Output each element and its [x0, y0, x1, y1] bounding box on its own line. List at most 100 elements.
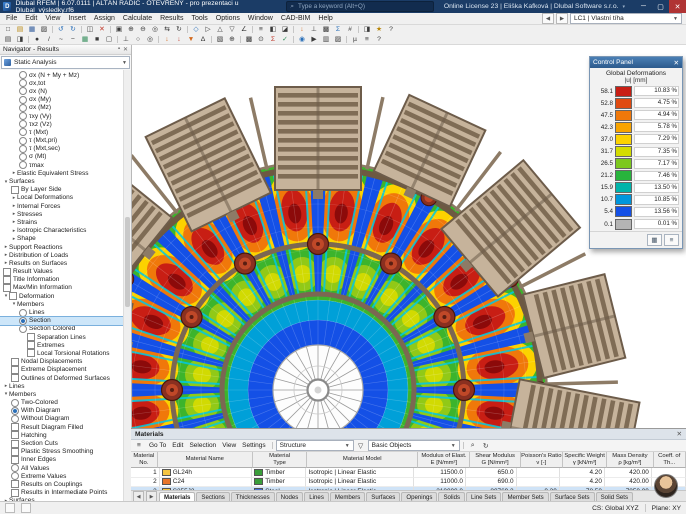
- next-load-case-button[interactable]: ▶: [556, 13, 568, 24]
- nav-item--xy-vy-[interactable]: τxy (Vy): [0, 112, 131, 120]
- color-scale-tab-icon[interactable]: ▦: [647, 234, 662, 246]
- table-row[interactable]: 1GL24hTimberIsotropic | Linear Elastic11…: [131, 468, 686, 478]
- checkbox-icon[interactable]: [27, 333, 35, 341]
- column-header[interactable]: MaterialNo.: [131, 452, 158, 468]
- table-row[interactable]: 2C24TimberIsotropic | Linear Elastic1100…: [131, 478, 686, 488]
- zoom-all-icon[interactable]: ◎: [149, 25, 161, 34]
- menu-assign[interactable]: Assign: [90, 13, 119, 24]
- nav-item--x-tot[interactable]: σx,tot: [0, 79, 131, 87]
- control-panel-close-icon[interactable]: ✕: [673, 59, 679, 67]
- radio-icon[interactable]: [19, 112, 27, 120]
- help2-icon[interactable]: ?: [373, 35, 385, 44]
- search-input[interactable]: [296, 2, 430, 11]
- results-toggle-icon[interactable]: ◉: [296, 35, 308, 44]
- nodal-load-icon[interactable]: ↓: [161, 35, 173, 44]
- member-load-icon[interactable]: ↓: [173, 35, 185, 44]
- column-header[interactable]: Material Model: [307, 452, 418, 468]
- radio-icon[interactable]: [11, 472, 19, 480]
- nav-item--mt-[interactable]: σ (Mt): [0, 153, 131, 161]
- nav-item-internal-forces[interactable]: ▸Internal Forces: [0, 202, 131, 210]
- orbit-icon[interactable]: ↻: [173, 25, 185, 34]
- license-user-menu[interactable]: Online License 23 | Eliška Kafková | Dlu…: [444, 3, 619, 10]
- delete-icon[interactable]: ✕: [96, 25, 108, 34]
- nav-item--mxt-pri-[interactable]: τ (Mxt,pri): [0, 137, 131, 145]
- nav-item-extreme-displacement[interactable]: Extreme Displacement: [0, 366, 131, 374]
- menu-calculate[interactable]: Calculate: [119, 13, 156, 24]
- radio-icon[interactable]: [19, 120, 27, 128]
- manage-views-icon[interactable]: ★: [373, 25, 385, 34]
- view-in-y-icon[interactable]: △: [214, 25, 226, 34]
- solid-icon[interactable]: ■: [91, 35, 103, 44]
- nav-item-distribution-of-loads[interactable]: ▸Distribution of Loads: [0, 251, 131, 259]
- radio-icon[interactable]: [11, 415, 19, 423]
- menu-view[interactable]: View: [41, 13, 64, 24]
- opening-icon[interactable]: ▢: [103, 35, 115, 44]
- nav-item-results-on-couplings[interactable]: Results on Couplings: [0, 480, 131, 488]
- column-header[interactable]: Coeff. of Th...: [654, 452, 686, 468]
- checkbox-icon[interactable]: [11, 366, 19, 374]
- nav-item-strains[interactable]: ▸Strains: [0, 218, 131, 226]
- checkbox-icon[interactable]: [27, 349, 35, 357]
- table-panel-close-icon[interactable]: ✕: [676, 430, 682, 438]
- checkbox-icon[interactable]: [11, 186, 19, 194]
- nav-item-result-diagram-filled[interactable]: Result Diagram Filled: [0, 423, 131, 431]
- materials-menu-edit[interactable]: Edit: [169, 442, 186, 449]
- radio-icon[interactable]: [19, 87, 27, 95]
- member-hinge-icon[interactable]: ◎: [144, 35, 156, 44]
- radio-icon[interactable]: [19, 96, 27, 104]
- zoom-in-icon[interactable]: ⊕: [125, 25, 137, 34]
- nav-item-extremes[interactable]: Extremes: [0, 341, 131, 349]
- materials-caption[interactable]: Materials ✕: [131, 429, 686, 440]
- user-avatar[interactable]: [654, 474, 678, 498]
- view-isometric-icon[interactable]: ◇: [190, 25, 202, 34]
- nav-item--mxt-sec-[interactable]: τ (Mxt,sec): [0, 145, 131, 153]
- tables-icon[interactable]: ▤: [2, 35, 14, 44]
- area-load-icon[interactable]: ▼: [185, 35, 197, 44]
- nav-item-results-in-intermediate-points[interactable]: Results in Intermediate Points: [0, 489, 131, 497]
- rendering-mode-icon[interactable]: ◧: [267, 25, 279, 34]
- show-results-icon[interactable]: Σ: [332, 25, 344, 34]
- materials-menu-go-to[interactable]: Go To: [146, 442, 169, 449]
- nav-item--mxt-[interactable]: τ (Mxt): [0, 128, 131, 136]
- radio-icon[interactable]: [19, 104, 27, 112]
- menu-options[interactable]: Options: [212, 13, 244, 24]
- print-icon[interactable]: ▨: [38, 25, 50, 34]
- nav-item-local-deformations[interactable]: ▸Local Deformations: [0, 194, 131, 202]
- mesh-settings-icon[interactable]: ⊙: [255, 35, 267, 44]
- nav-item-members[interactable]: ▾Members: [0, 300, 131, 308]
- nav-item-stresses[interactable]: ▸Stresses: [0, 210, 131, 218]
- structure-filter-combo[interactable]: Structure ▼: [276, 440, 354, 451]
- perspective-icon[interactable]: ∠: [238, 25, 250, 34]
- nav-item-isotropic-characteristics[interactable]: ▸Isotropic Characteristics: [0, 227, 131, 235]
- nav-item-max-min-information[interactable]: Max/Min Information: [0, 284, 131, 292]
- checkbox-icon[interactable]: [11, 440, 19, 448]
- radio-icon[interactable]: [19, 71, 27, 79]
- radio-icon[interactable]: [19, 128, 27, 136]
- save-model-icon[interactable]: ▦: [26, 25, 38, 34]
- nav-item-lines[interactable]: Lines: [0, 308, 131, 316]
- load-case-combo[interactable]: LC1 | Vlastní tíha ▼: [570, 13, 682, 24]
- menu-file[interactable]: File: [2, 13, 21, 24]
- nav-item-deformation[interactable]: ▾Deformation: [0, 292, 131, 300]
- nav-item-separation-lines[interactable]: Separation Lines: [0, 333, 131, 341]
- help-icon[interactable]: ?: [385, 25, 397, 34]
- scrollbar-thumb[interactable]: [125, 217, 130, 307]
- table-settings-icon[interactable]: ≡: [133, 441, 145, 450]
- nav-item-hatching[interactable]: Hatching: [0, 431, 131, 439]
- checkbox-icon[interactable]: [11, 358, 19, 366]
- nav-item-with-diagram[interactable]: With Diagram: [0, 407, 131, 415]
- copy-icon[interactable]: ◫: [84, 25, 96, 34]
- menu-edit[interactable]: Edit: [21, 13, 41, 24]
- checkbox-checked-icon[interactable]: [3, 284, 11, 292]
- checkbox-icon[interactable]: [11, 489, 19, 497]
- previous-load-case-button[interactable]: ◀: [542, 13, 554, 24]
- mesh-icon[interactable]: ▩: [243, 35, 255, 44]
- animation-icon[interactable]: ▶: [308, 35, 320, 44]
- menu-window[interactable]: Window: [244, 13, 277, 24]
- nav-item-two-colored[interactable]: Two-Colored: [0, 399, 131, 407]
- zoom-out-icon[interactable]: ⊖: [137, 25, 149, 34]
- undo-icon[interactable]: ↺: [55, 25, 67, 34]
- column-header[interactable]: MaterialType: [253, 452, 307, 468]
- new-model-icon[interactable]: □: [2, 25, 14, 34]
- minimize-button[interactable]: ─: [635, 0, 652, 13]
